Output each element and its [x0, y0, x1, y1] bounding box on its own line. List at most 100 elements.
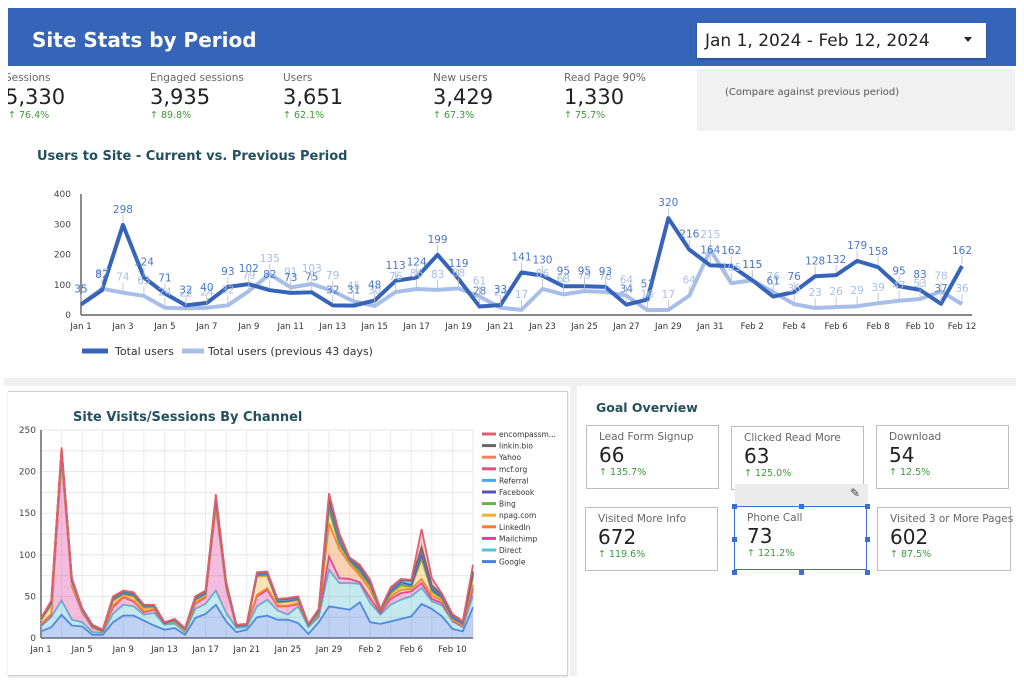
dropdown-caret-icon — [964, 37, 972, 42]
goal-delta: ↑ 87.5% — [890, 549, 932, 560]
data-label: 32 — [179, 284, 192, 296]
x-tick-label: Jan 9 — [237, 322, 259, 332]
goal-overview-title: Goal Overview — [596, 400, 698, 415]
data-label: 32 — [221, 284, 234, 296]
data-label: 95 — [557, 265, 570, 277]
y-tick-label: 0 — [65, 311, 71, 321]
kpi-delta: ↑ 76.4% — [8, 110, 50, 121]
kpi-users: Users 3,651 ↑ 62.1% — [283, 72, 343, 121]
goal-value: 63 — [744, 444, 770, 468]
data-label: 164 — [700, 244, 720, 256]
kpi-delta: ↑ 75.7% — [564, 110, 606, 121]
y-tick-label: 300 — [54, 220, 71, 230]
resize-handle[interactable] — [732, 504, 737, 509]
data-label: 82 — [95, 269, 108, 281]
x-tick-label: Jan 31 — [696, 322, 724, 332]
resize-handle[interactable] — [732, 537, 737, 542]
y-tick-label: 200 — [54, 251, 71, 261]
resize-handle[interactable] — [865, 537, 870, 542]
x-tick-label: Feb 10 — [906, 322, 935, 332]
goal-card-download[interactable]: Download 54 ↑ 12.5% — [876, 425, 1009, 489]
data-label: 130 — [532, 255, 552, 267]
x-tick-label: Jan 5 — [71, 645, 93, 655]
data-label: 64 — [683, 275, 697, 287]
x-tick-label: Jan 21 — [486, 322, 514, 332]
data-label: 83 — [913, 269, 926, 281]
date-range-picker[interactable]: Jan 1, 2024 - Feb 12, 2024 — [697, 23, 986, 58]
compare-period-text: (Compare against previous period) — [725, 87, 900, 98]
legend-label-previous-period: Total users (previous 43 days) — [207, 345, 373, 358]
x-tick-label: Jan 15 — [360, 322, 388, 332]
section-divider — [4, 378, 1016, 386]
x-tick-label: Jan 13 — [318, 322, 346, 332]
goal-card-clicked-read-more[interactable]: Clicked Read More 63 ↑ 125.0% — [731, 426, 864, 490]
up-arrow-icon: ↑ — [564, 110, 572, 121]
data-label: 119 — [449, 258, 469, 270]
line-chart-title: Users to Site - Current vs. Previous Per… — [37, 149, 348, 164]
data-label: 75 — [305, 271, 318, 283]
data-label: 132 — [826, 254, 846, 266]
data-label: 78 — [934, 270, 947, 282]
kpi-delta: ↑ 67.3% — [433, 110, 475, 121]
resize-handle[interactable] — [732, 570, 737, 575]
kpi-new-users: New users 3,429 ↑ 67.3% — [433, 72, 493, 121]
data-label: 29 — [850, 285, 863, 297]
legend-label-direct: Direct — [499, 546, 522, 555]
data-label: 158 — [868, 246, 888, 258]
goal-card-visited-more-info[interactable]: Visited More Info 672 ↑ 119.6% — [585, 507, 718, 571]
data-label: 102 — [239, 263, 259, 275]
x-tick-label: Jan 9 — [112, 645, 134, 655]
kpi-label: Engaged sessions — [150, 72, 244, 84]
legend-label-total-users: Total users — [114, 345, 174, 358]
data-label: 74 — [116, 272, 130, 284]
legend-label-google: Google — [499, 558, 526, 567]
kpi-label: Users — [283, 72, 313, 84]
resize-handle[interactable] — [865, 504, 870, 509]
data-label: 28 — [473, 286, 486, 298]
x-tick-label: Jan 17 — [402, 322, 430, 332]
data-label: 79 — [326, 270, 339, 282]
y-tick-label: 150 — [19, 509, 36, 519]
x-tick-label: Jan 27 — [612, 322, 640, 332]
up-arrow-icon: ↑ — [599, 467, 607, 478]
goal-value: 66 — [599, 443, 625, 467]
data-label: 83 — [431, 269, 444, 281]
data-label: 162 — [721, 245, 741, 257]
data-label: 61 — [767, 276, 780, 288]
edit-toolbar: ✎ — [735, 484, 868, 506]
x-tick-label: Jan 17 — [191, 645, 219, 655]
kpi-label: New users — [433, 72, 488, 84]
data-label: 93 — [221, 266, 234, 278]
data-label: 95 — [892, 265, 905, 277]
x-tick-label: Jan 29 — [315, 645, 343, 655]
x-tick-label: Feb 4 — [783, 322, 806, 332]
goal-card-visited-3-or-more-pages[interactable]: Visited 3 or More Pages 602 ↑ 87.5% — [877, 507, 1013, 571]
goal-value: 602 — [890, 525, 929, 549]
resize-handle[interactable] — [799, 504, 804, 509]
pencil-edit-icon[interactable]: ✎ — [850, 486, 860, 500]
goal-card-lead-form-signup[interactable]: Lead Form Signup 66 ↑ 135.7% — [586, 425, 719, 489]
data-label: 215 — [700, 229, 720, 241]
x-tick-label: Jan 25 — [570, 322, 598, 332]
goal-card-phone-call[interactable]: Phone Call 73 ↑ 121.2% — [734, 506, 867, 570]
data-label: 51 — [641, 279, 654, 291]
legend-label-referral: Referral — [499, 476, 528, 485]
data-label: 124 — [134, 256, 154, 268]
data-label: 36 — [955, 283, 969, 295]
data-label: 128 — [805, 255, 825, 267]
legend-label-linkedin: LinkedIn — [499, 523, 531, 532]
up-arrow-icon: ↑ — [598, 549, 606, 560]
page-title: Site Stats by Period — [32, 28, 257, 52]
x-tick-label: Jan 3 — [111, 322, 133, 332]
data-label: 17 — [662, 289, 675, 301]
data-label: 35 — [74, 283, 87, 295]
data-label: 34 — [620, 284, 634, 296]
resize-handle[interactable] — [865, 570, 870, 575]
x-tick-label: Jan 5 — [153, 322, 175, 332]
data-label: 298 — [113, 204, 133, 216]
data-label: 73 — [284, 272, 297, 284]
resize-handle[interactable] — [799, 570, 804, 575]
data-label: 33 — [494, 284, 507, 296]
x-tick-label: Feb 6 — [400, 645, 423, 655]
y-tick-label: 250 — [19, 426, 36, 436]
